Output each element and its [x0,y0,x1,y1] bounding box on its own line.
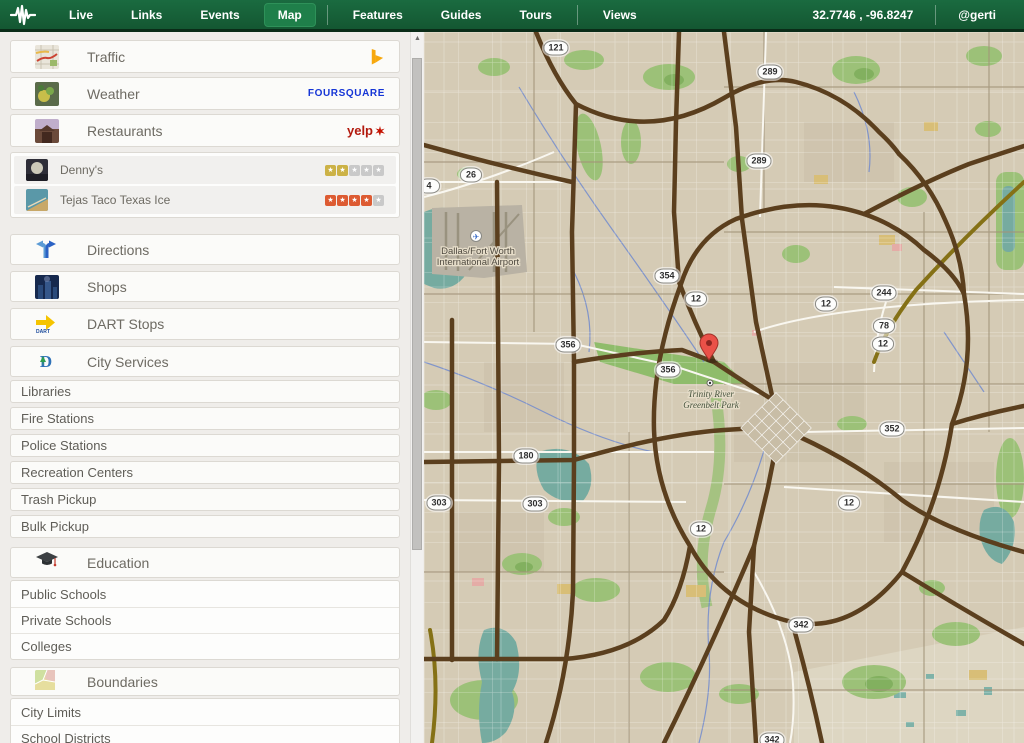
sidebar-item-police-stations[interactable]: Police Stations [10,434,400,457]
dart-label: DART Stops [87,316,164,332]
sidebar-item-private-schools[interactable]: Private Schools [11,607,399,633]
shops-thumbnail-icon [35,275,59,299]
yelp-burst-icon [375,126,385,136]
tejas-thumbnail-icon [26,189,48,211]
restaurant-results: Denny's ★★★★★ Tejas Taco Texas Ice ★★★★★ [10,152,400,218]
boundaries-map-icon [35,670,59,694]
nav-item-links[interactable]: Links [117,3,176,27]
nav-item-views[interactable]: Views [589,3,651,27]
dart-logo-icon: DART [35,312,59,336]
rating-stars: ★★★★★ [325,165,384,176]
boundaries-group: City Limits School Districts [10,698,400,743]
airplane-icon: ✈ [473,233,480,242]
sidebar-item-fire-stations[interactable]: Fire Stations [10,407,400,430]
sidebar-item-directions[interactable]: Directions [10,234,400,265]
nav-item-guides[interactable]: Guides [427,3,496,27]
park-label-line1: Trinity River [688,389,734,399]
nav-item-map[interactable]: Map [264,3,316,27]
sidebar-item-weather[interactable]: Weather FOURSQUARE [10,77,400,110]
sidebar-item-traffic[interactable]: Traffic [10,40,400,73]
sidebar-item-school-districts[interactable]: School Districts [11,725,399,743]
sidebar-item-recreation-centers[interactable]: Recreation Centers [10,461,400,484]
sidebar-item-restaurants[interactable]: Restaurants yelp [10,114,400,147]
scrollbar-up-arrow-icon[interactable]: ▲ [411,34,424,44]
nav-divider [577,5,578,25]
education-label: Education [87,555,149,571]
airport-label-line1: Dallas/Fort Worth [441,246,515,257]
sidebar-item-city-services[interactable]: D City Services [10,346,400,377]
rating-stars: ★★★★★ [325,195,384,206]
bing-logo-icon [368,48,385,65]
weather-label: Weather [87,86,140,102]
restaurants-label: Restaurants [87,123,162,139]
sidebar-item-bulk-pickup[interactable]: Bulk Pickup [10,515,400,538]
directions-icon [35,238,59,262]
airport-label-line2: International Airport [437,257,520,268]
sidebar-item-dart-stops[interactable]: DART DART Stops [10,308,400,340]
graduation-cap-icon [35,551,59,575]
city-of-dallas-logo-icon: D [35,350,59,374]
sidebar-item-boundaries[interactable]: Boundaries [10,667,400,696]
education-group: Public Schools Private Schools Colleges [10,580,400,660]
sidebar-item-education[interactable]: Education [10,547,400,578]
sidebar-item-public-schools[interactable]: Public Schools [11,581,399,607]
pulse-logo-icon[interactable] [10,4,36,26]
restaurants-thumbnail-icon [35,119,59,143]
boundaries-label: Boundaries [87,674,158,690]
list-item-dennys[interactable]: Denny's ★★★★★ [14,156,396,184]
nav-divider [935,5,936,25]
dennys-thumbnail-icon [26,159,48,181]
traffic-label: Traffic [87,49,125,65]
nav-item-features[interactable]: Features [339,3,417,27]
sidebar-item-shops[interactable]: Shops [10,271,400,302]
nav-item-tours[interactable]: Tours [505,3,565,27]
restaurant-name: Denny's [60,163,103,177]
sidebar-item-colleges[interactable]: Colleges [11,633,399,659]
city-services-label: City Services [87,354,169,370]
sidebar-item-city-limits[interactable]: City Limits [11,699,399,725]
foursquare-logo: FOURSQUARE [308,88,385,99]
shops-label: Shops [87,279,127,295]
map-tiles: ✈ Dallas/Fort Worth International Airpor… [424,32,1024,743]
weather-thumbnail-icon [35,82,59,106]
directions-label: Directions [87,242,149,258]
top-nav: Live Links Events Map Features Guides To… [0,0,1024,32]
yelp-logo: yelp [347,123,385,138]
map-canvas[interactable]: ✈ Dallas/Fort Worth International Airpor… [424,32,1024,743]
nav-divider [327,5,328,25]
user-handle[interactable]: @gerti [958,8,996,22]
nav-item-events[interactable]: Events [186,3,253,27]
map-coordinates: 32.7746 , -96.8247 [813,8,914,22]
park-label-line2: Greenbelt Park [683,400,739,410]
svg-text:DART: DART [36,329,50,334]
scrollbar-thumb[interactable] [412,58,422,550]
sidebar-scrollbar[interactable]: ▲ [410,32,423,743]
restaurant-name: Tejas Taco Texas Ice [60,193,170,207]
sidebar-item-libraries[interactable]: Libraries [10,380,400,403]
list-item-tejas-taco[interactable]: Tejas Taco Texas Ice ★★★★★ [14,186,396,214]
traffic-thumbnail-icon [35,45,59,69]
sidebar-item-trash-pickup[interactable]: Trash Pickup [10,488,400,511]
nav-item-live[interactable]: Live [55,3,107,27]
layers-sidebar: Traffic Weather FOURSQUARE Restaurants y… [0,32,424,743]
